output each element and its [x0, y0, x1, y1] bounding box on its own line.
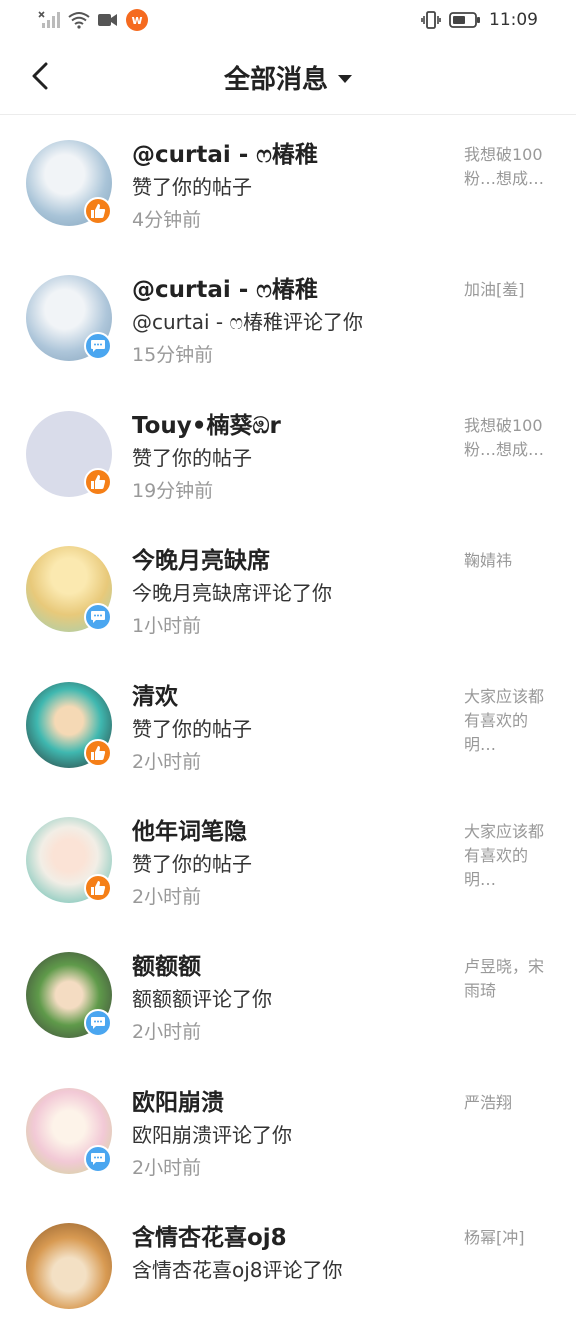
message-time: 4分钟前 — [132, 209, 202, 231]
post-preview[interactable]: 杨幂[冲] — [464, 1226, 556, 1250]
post-preview[interactable]: 我想破100粉…想成… — [464, 414, 556, 462]
message-item[interactable]: @curtai - ෆ椿稚 赞了你的帖子 4分钟前 我想破100粉…想成… — [0, 115, 576, 250]
like-badge — [84, 738, 112, 767]
comment-badge — [84, 332, 112, 361]
battery-icon — [449, 12, 481, 28]
sender-name[interactable]: Touy•楠葵ඹr — [132, 406, 452, 440]
message-action: 额额额评论了你 — [132, 987, 272, 1012]
post-preview[interactable]: 卢昱晓，宋雨琦 — [464, 955, 556, 1003]
no-sim-signal-icon — [38, 11, 60, 29]
status-bar-right: 11:09 — [421, 10, 538, 30]
message-item[interactable]: 清欢 赞了你的帖子 2小时前 大家应该都有喜欢的明… — [0, 657, 576, 792]
message-action: 含情杏花喜oj8评论了你 — [132, 1258, 343, 1283]
back-arrow-icon — [30, 62, 50, 94]
message-item[interactable]: Touy•楠葵ඹr 赞了你的帖子 19分钟前 我想破100粉…想成… — [0, 386, 576, 521]
message-action: 赞了你的帖子 — [132, 175, 252, 199]
comment-icon — [91, 611, 105, 624]
message-action: @curtai - ෆ椿稚评论了你 — [132, 310, 364, 335]
back-button[interactable] — [22, 58, 58, 98]
caret-down-icon — [338, 75, 352, 83]
message-item[interactable]: 今晚月亮缺席 今晚月亮缺席评论了你 1小时前 鞠婧祎 — [0, 521, 576, 656]
comment-icon — [91, 1017, 105, 1030]
message-action: 赞了你的帖子 — [132, 716, 252, 741]
post-preview[interactable]: 大家应该都有喜欢的明… — [464, 820, 556, 892]
like-badge — [84, 467, 112, 496]
video-camera-icon — [98, 13, 118, 27]
message-action: 今晚月亮缺席评论了你 — [132, 581, 332, 606]
sender-name[interactable]: 清欢 — [132, 677, 452, 711]
comment-badge — [84, 1009, 112, 1038]
message-action: 赞了你的帖子 — [132, 851, 252, 876]
comment-icon — [91, 1152, 105, 1165]
message-time: 19分钟前 — [132, 479, 214, 502]
sender-name[interactable]: 他年词笔隐 — [132, 812, 452, 846]
status-bar: w 11:09 — [0, 0, 576, 40]
comment-badge — [84, 603, 112, 632]
thumbs-up-icon — [91, 474, 106, 489]
sender-name[interactable]: @curtai - ෆ椿稚 — [132, 135, 452, 169]
wifi-icon — [68, 11, 90, 29]
status-time: 11:09 — [489, 10, 538, 30]
sender-name[interactable]: 含情杏花喜oj8 — [132, 1218, 452, 1252]
message-action: 赞了你的帖子 — [132, 445, 252, 470]
message-filter-dropdown[interactable]: 全部消息 — [224, 59, 352, 96]
sender-name[interactable]: @curtai - ෆ椿稚 — [132, 270, 452, 304]
thumbs-up-icon — [91, 880, 106, 895]
comment-badge — [84, 1144, 112, 1173]
post-preview[interactable]: 大家应该都有喜欢的明… — [464, 685, 556, 757]
message-time: 1小时前 — [132, 615, 202, 638]
vibrate-icon — [421, 11, 441, 29]
thumbs-up-icon — [91, 745, 106, 760]
page-title: 全部消息 — [223, 64, 328, 95]
message-time: 2小时前 — [132, 750, 202, 773]
avatar[interactable] — [26, 1223, 112, 1310]
message-item[interactable]: 额额额 额额额评论了你 2小时前 卢昱晓，宋雨琦 — [0, 927, 576, 1062]
status-bar-left: w — [38, 9, 148, 31]
weibo-app-icon: w — [126, 9, 148, 31]
message-item[interactable]: 他年词笔隐 赞了你的帖子 2小时前 大家应该都有喜欢的明… — [0, 792, 576, 927]
post-preview[interactable]: 鞠婧祎 — [464, 549, 556, 573]
sender-name[interactable]: 今晚月亮缺席 — [132, 541, 452, 575]
page-header: 全部消息 — [0, 40, 576, 115]
message-time: 2小时前 — [132, 885, 202, 908]
sender-name[interactable]: 欧阳崩溃 — [132, 1083, 452, 1117]
message-time: 2小时前 — [132, 1156, 202, 1179]
message-item[interactable]: @curtai - ෆ椿稚 @curtai - ෆ椿稚评论了你 15分钟前 加油… — [0, 250, 576, 385]
message-time: 2小时前 — [132, 1021, 202, 1044]
message-item[interactable]: 含情杏花喜oj8 含情杏花喜oj8评论了你 杨幂[冲] — [0, 1198, 576, 1333]
thumbs-up-icon — [91, 204, 106, 218]
post-preview[interactable]: 加油[羞] — [464, 278, 556, 302]
post-preview[interactable]: 我想破100粉…想成… — [464, 143, 556, 191]
message-list: @curtai - ෆ椿稚 赞了你的帖子 4分钟前 我想破100粉…想成… @c… — [0, 115, 576, 1334]
message-item[interactable]: 欧阳崩溃 欧阳崩溃评论了你 2小时前 严浩翔 — [0, 1063, 576, 1198]
message-time: 15分钟前 — [132, 344, 214, 367]
comment-icon — [91, 340, 105, 353]
message-action: 欧阳崩溃评论了你 — [132, 1122, 292, 1147]
like-badge — [84, 873, 112, 902]
sender-name[interactable]: 额额额 — [132, 947, 452, 981]
like-badge — [84, 197, 112, 225]
post-preview[interactable]: 严浩翔 — [464, 1091, 556, 1115]
